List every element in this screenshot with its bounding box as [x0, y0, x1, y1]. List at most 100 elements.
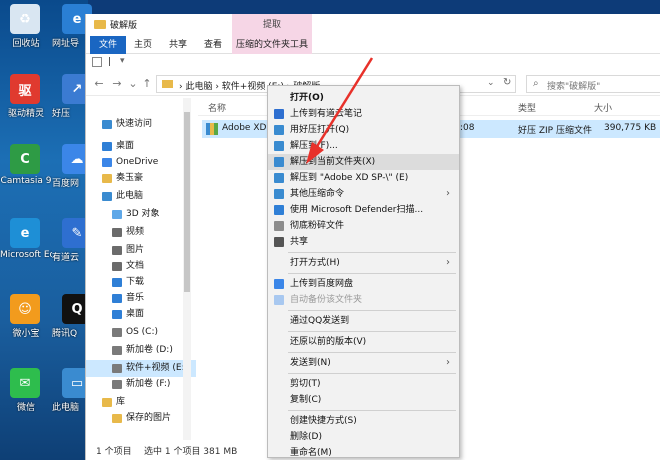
desktop-icon[interactable]: ✎ 有道云: [0, 216, 92, 276]
menu-separator: [288, 373, 456, 374]
scrollbar-thumb[interactable]: [184, 112, 190, 292]
menu-item[interactable]: 复制(C): [268, 392, 459, 408]
ribbon-tab[interactable]: 查看: [196, 36, 230, 54]
menu-item-label: 解压到 "Adobe XD SP-\" (E): [290, 173, 409, 183]
nav-item[interactable]: 此电脑: [86, 188, 196, 205]
nav-item-icon: [112, 364, 122, 373]
nav-scrollbar[interactable]: [183, 98, 191, 440]
nav-item[interactable]: 快速访问: [86, 116, 196, 133]
back-icon[interactable]: ←: [92, 76, 106, 92]
nav-item[interactable]: 桌面: [86, 306, 196, 323]
ribbon-tab[interactable]: 压缩的文件夹工具: [232, 36, 312, 54]
nav-item-icon: [102, 174, 112, 183]
nav-item[interactable]: 桌面: [86, 138, 196, 155]
menu-item-icon: [274, 205, 284, 215]
ribbon-tab[interactable]: 主页: [126, 36, 160, 54]
nav-item-label: 新加卷 (D:): [126, 345, 173, 355]
ribbon-tabs: 文件 主页 共享 查看 压缩的文件夹工具: [86, 36, 660, 54]
menu-item[interactable]: 解压到(F)...: [268, 138, 459, 154]
nav-item[interactable]: 软件+视频 (E:): [86, 360, 196, 377]
nav-item-label: 3D 对象: [126, 209, 160, 219]
menu-item[interactable]: 创建快捷方式(S): [268, 413, 459, 429]
menu-item-label: 打开(O): [290, 93, 324, 103]
search-input[interactable]: ⌕ 搜索"破解版": [526, 75, 660, 93]
folder-icon: [162, 80, 173, 88]
nav-item[interactable]: 音乐: [86, 290, 196, 307]
desktop-icon[interactable]: ▭ 此电脑: [0, 366, 92, 426]
ribbon-tab[interactable]: 文件: [90, 36, 126, 54]
desktop-icon[interactable]: ☁ 百度网: [0, 142, 92, 202]
up-icon[interactable]: ↑: [140, 76, 154, 92]
nav-item[interactable]: OneDrive: [86, 154, 196, 171]
menu-item-icon: [274, 157, 284, 167]
menu-item-label: 用好压打开(Q): [290, 125, 350, 135]
menu-item-label: 重命名(M): [290, 448, 332, 458]
forward-icon[interactable]: →: [110, 76, 124, 92]
menu-item[interactable]: 重命名(M): [268, 445, 459, 460]
menu-item[interactable]: 使用 Microsoft Defender扫描...: [268, 202, 459, 218]
menu-item[interactable]: 还原以前的版本(V): [268, 334, 459, 350]
address-dropdown-icon[interactable]: ⌄: [487, 78, 495, 88]
menu-item[interactable]: 其他压缩命令 ›: [268, 186, 459, 202]
menu-item[interactable]: 解压到 "Adobe XD SP-\" (E): [268, 170, 459, 186]
menu-item[interactable]: 彻底粉碎文件: [268, 218, 459, 234]
desktop-icon[interactable]: ↗ 好压: [0, 72, 92, 132]
column-size[interactable]: 大小: [594, 101, 612, 114]
menu-item[interactable]: 自动备份该文件夹: [268, 292, 459, 308]
column-type[interactable]: 类型: [518, 101, 536, 114]
nav-item-icon: [112, 310, 122, 319]
menu-item[interactable]: 共享: [268, 234, 459, 250]
nav-item-label: 图片: [126, 245, 145, 255]
quick-access-toolbar: | ▾: [86, 54, 660, 72]
nav-item[interactable]: 奏玉豪: [86, 170, 196, 187]
ribbon-tab[interactable]: 共享: [162, 36, 194, 54]
nav-item[interactable]: 保存的图片: [86, 410, 196, 427]
menu-item-label: 共享: [290, 237, 309, 247]
nav-item-icon: [112, 246, 122, 255]
nav-item-label: 文档: [126, 261, 145, 271]
menu-item-label: 打开方式(H): [290, 258, 340, 268]
menu-item[interactable]: 解压到当前文件夹(X): [268, 154, 459, 170]
file-date: :08: [460, 123, 475, 133]
nav-item[interactable]: 下载: [86, 274, 196, 291]
menu-item-label: 剪切(T): [290, 379, 321, 389]
column-name[interactable]: 名称: [208, 101, 226, 114]
nav-item[interactable]: 图片: [86, 242, 196, 259]
nav-item[interactable]: 3D 对象: [86, 206, 196, 223]
menu-item[interactable]: 上传到有道云笔记: [268, 106, 459, 122]
menu-item[interactable]: 剪切(T): [268, 376, 459, 392]
menu-item-label: 通过QQ发送到: [290, 316, 350, 326]
nav-item[interactable]: 视频: [86, 224, 196, 241]
nav-item-label: OS (C:): [126, 327, 158, 337]
menu-item-icon: [274, 221, 284, 231]
nav-item-label: 视频: [126, 227, 145, 237]
menu-item[interactable]: 发送到(N) ›: [268, 355, 459, 371]
refresh-icon[interactable]: ↻: [503, 77, 511, 88]
checkbox-icon[interactable]: [92, 57, 102, 67]
submenu-arrow-icon: ›: [446, 357, 450, 368]
menu-item[interactable]: 删除(D): [268, 429, 459, 445]
desktop-icon[interactable]: Q 腾讯Q: [0, 292, 92, 352]
menu-item[interactable]: 打开方式(H) ›: [268, 255, 459, 271]
desktop: ♻回收站e网址导驱驱动精灵CCamtasia 9eMicrosoft Edge☺…: [0, 0, 92, 460]
nav-item-icon: [102, 120, 112, 129]
nav-item[interactable]: 新加卷 (D:): [86, 342, 196, 359]
menu-item[interactable]: 上传到百度网盘: [268, 276, 459, 292]
menu-item[interactable]: 用好压打开(Q): [268, 122, 459, 138]
menu-item[interactable]: 通过QQ发送到: [268, 313, 459, 329]
nav-item[interactable]: 新加卷 (F:): [86, 376, 196, 393]
menu-item-icon: [274, 279, 284, 289]
nav-item[interactable]: 文档: [86, 258, 196, 275]
menu-separator: [288, 352, 456, 353]
nav-item-label: 库: [116, 397, 126, 407]
customize-dropdown-icon[interactable]: ▾: [120, 56, 125, 66]
menu-item[interactable]: 打开(O): [268, 90, 459, 106]
nav-item[interactable]: 库: [86, 394, 196, 411]
menu-item-icon: [274, 189, 284, 199]
nav-item-label: 音乐: [126, 293, 145, 303]
menu-item-icon: [274, 109, 284, 119]
recent-locations-icon[interactable]: ⌄: [126, 76, 140, 92]
nav-item[interactable]: OS (C:): [86, 324, 196, 341]
navigation-pane: 快速访问 桌面 OneDrive 奏玉豪 此电脑 3D 对象 视频 图片 文档 下载 音乐 桌面 OS …: [86, 98, 196, 440]
desktop-icon[interactable]: e 网址导: [0, 2, 92, 62]
